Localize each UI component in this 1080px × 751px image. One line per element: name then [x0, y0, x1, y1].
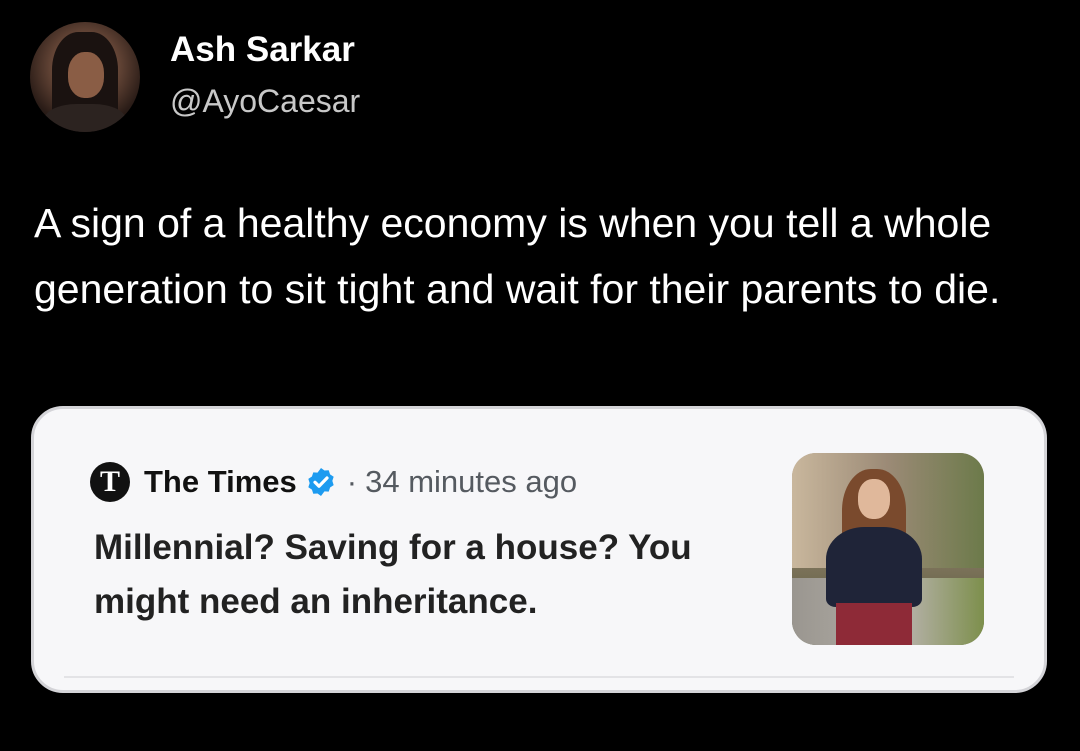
thumbnail-blouse-shape: [826, 527, 922, 607]
card-divider: [64, 676, 1014, 678]
thumbnail-face-shape: [858, 479, 890, 519]
tweet-text: A sign of a healthy economy is when you …: [34, 200, 1001, 312]
quoted-source-row: T The Times · 34 minutes ago: [90, 459, 577, 505]
author-handle[interactable]: @AyoCaesar: [170, 83, 360, 120]
author-name[interactable]: Ash Sarkar: [170, 30, 355, 70]
quoted-source-name[interactable]: The Times: [144, 464, 297, 500]
avatar-face-shape: [68, 52, 104, 98]
verified-badge-icon: [308, 468, 334, 496]
the-times-logo-icon: T: [90, 462, 130, 502]
separator-dot: ·: [346, 464, 358, 499]
quoted-timestamp[interactable]: 34 minutes ago: [365, 464, 577, 500]
thumbnail-skirt-shape: [836, 603, 912, 645]
quoted-headline: Millennial? Saving for a house? You migh…: [94, 528, 692, 621]
avatar-shoulder-shape: [44, 104, 126, 132]
article-thumbnail[interactable]: [792, 453, 984, 645]
quoted-article-card[interactable]: T The Times · 34 minutes ago Millennial?…: [31, 406, 1047, 693]
author-avatar[interactable]: [30, 22, 140, 132]
